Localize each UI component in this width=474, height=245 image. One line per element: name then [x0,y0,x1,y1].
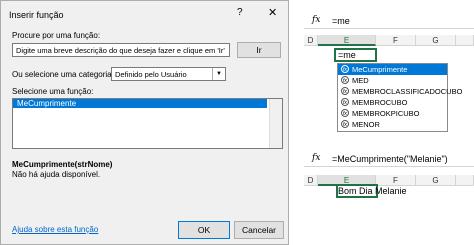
scrollbar[interactable] [269,99,282,148]
formula-text[interactable]: =MeCumprimente("Melanie") [332,154,448,164]
ok-button[interactable]: OK [178,221,230,239]
function-icon: fx [341,65,349,73]
column-header-g[interactable]: G [416,175,456,186]
go-button[interactable]: Ir [237,42,281,58]
category-value: Definido pelo Usuário [115,70,187,79]
column-header-f[interactable]: F [376,35,416,46]
function-icon: fx [341,109,349,117]
function-list-item[interactable]: MeCumprimente [13,99,267,108]
category-label: Ou selecione uma categoria: [12,70,114,79]
chevron-down-icon[interactable]: ▼ [212,68,225,80]
formula-bar[interactable]: fx =MeCumprimente("Melanie") [304,152,474,167]
column-header-f[interactable]: F [376,175,416,186]
formula-bar[interactable]: fx =me [304,14,474,29]
close-icon[interactable]: ✕ [268,6,277,19]
formula-text[interactable]: =me [332,16,350,26]
column-header-g[interactable]: G [416,35,456,46]
column-header-e[interactable]: E [318,35,376,46]
column-header-next[interactable] [456,35,474,46]
function-list[interactable]: MeCumprimente [12,98,283,149]
autocomplete-item[interactable]: fx MEMBROCUBO [338,97,447,108]
column-header-d[interactable]: D [304,175,318,186]
search-input[interactable]: Digite uma breve descrição do que deseja… [12,43,230,57]
excel-pane-result: fx =MeCumprimente("Melanie") D E F G [304,148,474,208]
autocomplete-item-label: MeCumprimente [352,65,408,74]
help-icon[interactable]: ? [237,7,243,18]
autocomplete-item-label: MEMBROCUBO [352,98,408,107]
autocomplete-item[interactable]: fx MEMBROCLASSIFICADOCUBO [338,86,462,97]
fx-icon[interactable]: fx [312,15,320,25]
function-icon: fx [341,120,349,128]
help-link[interactable]: Ajuda sobre esta função [12,225,98,234]
category-select[interactable]: Definido pelo Usuário ▼ [111,67,226,81]
autocomplete-item-label: MED [352,76,369,85]
autocomplete-item-label: MEMBROCLASSIFICADOCUBO [352,87,463,96]
active-cell[interactable]: =me [334,48,377,62]
column-header-d[interactable]: D [304,35,318,46]
function-signature: MeCumprimente(strNome) [12,160,113,169]
autocomplete-item-label: MEMBROKPICUBO [352,109,420,118]
cancel-button[interactable]: Cancelar [234,221,284,239]
autocomplete-item[interactable]: fx MED [338,75,447,86]
dialog-title: Inserir função [9,10,64,20]
autocomplete-item[interactable]: fx MeCumprimente [338,64,447,75]
autocomplete-item[interactable]: fx MEMBROKPICUBO [338,108,447,119]
column-header-next[interactable] [456,175,474,186]
function-icon: fx [341,87,349,95]
function-description: Não há ajuda disponível. [12,170,101,179]
autocomplete-list[interactable]: fx MeCumprimente fx MED fx MEMBROCLASSIFICA… [337,63,462,132]
autocomplete-item[interactable]: fx MENOR [338,119,447,130]
select-function-label: Selecione uma função: [12,87,94,96]
function-icon: fx [341,98,349,106]
autocomplete-item-label: MENOR [352,120,380,129]
cell-result-text: Bom Dia Melanie [338,186,407,196]
fx-icon[interactable]: fx [312,153,320,163]
search-label: Procure por uma função: [12,31,101,40]
function-icon: fx [341,76,349,84]
insert-function-dialog: Inserir função ? ✕ Procure por uma funçã… [0,0,289,245]
